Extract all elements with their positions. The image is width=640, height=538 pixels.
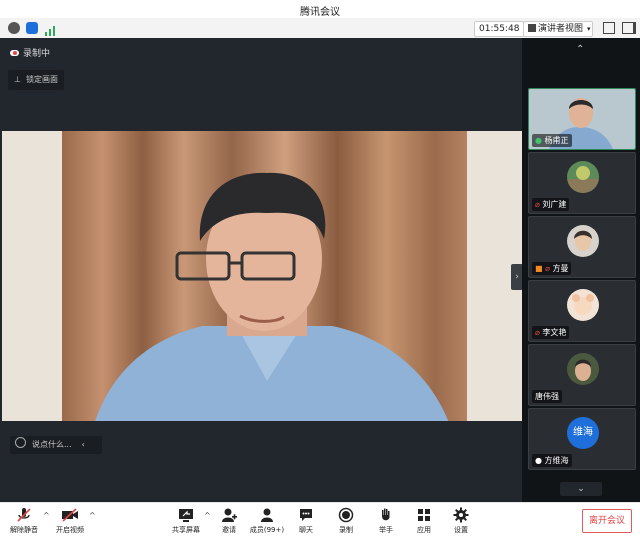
avatar [567,225,599,257]
chevron-left-icon[interactable]: ‹ [82,440,85,449]
window-title: 腾讯会议 [300,7,340,18]
speaker-view-dropdown[interactable]: 演讲者视图 ▾ [523,21,593,37]
sidebar-toggle-icon[interactable] [622,22,636,34]
unmute-button[interactable]: 解除静音 [2,507,46,535]
chevron-down-icon: ⌄ [577,484,585,494]
share-screen-icon [179,509,193,522]
unmute-label: 解除静音 [10,526,38,534]
info-icon[interactable] [8,22,20,34]
chevron-right-icon: › [515,272,519,282]
title-bar: 腾讯会议 [0,0,640,18]
chat-input-bar[interactable]: 说点什么... ‹ [10,436,102,454]
meeting-info-bar: 01:55:48 演讲者视图 ▾ [0,18,640,39]
lock-screen-button[interactable]: ⊥ 锁定画面 [8,70,64,90]
meeting-timer: 01:55:48 [474,21,525,37]
bottom-toolbar: 解除静音 ^ 开启视频 ^ 共享屏幕 ^ 邀请 成员(99+) 聊天 录制 举手… [0,502,640,538]
participant-name: ■ ⌀ 方曼 [532,262,572,275]
share-screen-label: 共享屏幕 [172,526,200,534]
mic-muted-icon: ⌀ [545,264,550,273]
invite-icon [222,508,237,522]
settings-label: 设置 [454,526,468,534]
participant-name: ● 方维海 [532,454,572,467]
participant-tile[interactable]: 唐伟强 [528,344,636,406]
scroll-down-button[interactable]: ⌄ [560,482,602,496]
fullscreen-icon[interactable] [603,22,615,34]
participant-tile[interactable]: ⌀ 刘广建 [528,152,636,214]
avatar [567,289,599,321]
emoji-icon[interactable] [15,437,26,448]
members-button[interactable]: 成员(99+) [245,507,289,535]
recording-label: 录制中 [23,49,51,59]
apps-icon [418,509,430,521]
mic-muted-icon: ⌀ [535,200,540,209]
layout-icon [528,24,536,32]
recording-indicator: 录制中 [10,46,50,59]
host-icon: ■ [535,264,543,273]
participant-tile[interactable]: 维海 ● 方维海 [528,408,636,470]
participant-sidebar: ⌃ ● 杨甫正 ⌀ 刘广建 ■ ⌀ 方曼 ⌀ 李文艳 唐伟强 维海 ● 方维海 … [522,38,640,502]
cloud-recording-icon [10,50,19,56]
mic-icon: ● [535,456,542,465]
chat-label: 聊天 [299,526,313,534]
shield-icon[interactable] [26,22,38,34]
avatar [567,353,599,385]
lock-screen-label: 锁定画面 [25,75,58,84]
settings-button[interactable]: 设置 [439,507,483,535]
gear-icon [453,507,469,523]
avatar [567,161,599,193]
video-off-icon [62,508,78,522]
participant-name: ⌀ 刘广建 [532,198,570,211]
participant-tile[interactable]: ⌀ 李文艳 [528,280,636,342]
chat-icon [300,509,312,521]
record-button[interactable]: 录制 [324,507,368,535]
speaker-video [2,131,522,421]
mic-icon: ● [535,136,542,145]
participant-name: ⌀ 李文艳 [532,326,570,339]
members-icon [261,508,273,522]
mic-muted-icon [17,508,31,522]
scroll-up-button[interactable]: ⌃ [576,44,584,55]
avatar: 维海 [567,417,599,449]
leave-meeting-button[interactable]: 离开会议 [582,509,632,533]
pin-icon: ⊥ [14,75,21,84]
participant-tile[interactable]: ● 杨甫正 [528,88,636,150]
speaker-view-label: 演讲者视图 [538,24,584,34]
share-screen-button[interactable]: 共享屏幕 [164,507,208,535]
members-label: 成员(99+) [249,526,285,534]
participant-name: 唐伟强 [532,390,562,403]
chat-placeholder: 说点什么... [32,440,72,449]
chevron-up-icon[interactable]: ^ [89,511,96,520]
record-label: 录制 [339,526,353,534]
main-video-area: 录制中 ⊥ 锁定画面 说点什么... ‹ [0,38,522,502]
start-video-button[interactable]: 开启视频 [48,507,92,535]
raise-hand-icon [382,508,390,521]
participant-name: ● 杨甫正 [532,134,572,147]
chevron-down-icon: ▾ [587,25,591,33]
chat-button[interactable]: 聊天 [284,507,328,535]
record-icon [338,507,354,523]
chevron-up-icon: ⌃ [576,44,585,55]
start-video-label: 开启视频 [56,526,84,534]
mic-muted-icon: ⌀ [535,328,540,337]
participant-tile[interactable]: ■ ⌀ 方曼 [528,216,636,278]
signal-icon[interactable] [44,22,56,36]
